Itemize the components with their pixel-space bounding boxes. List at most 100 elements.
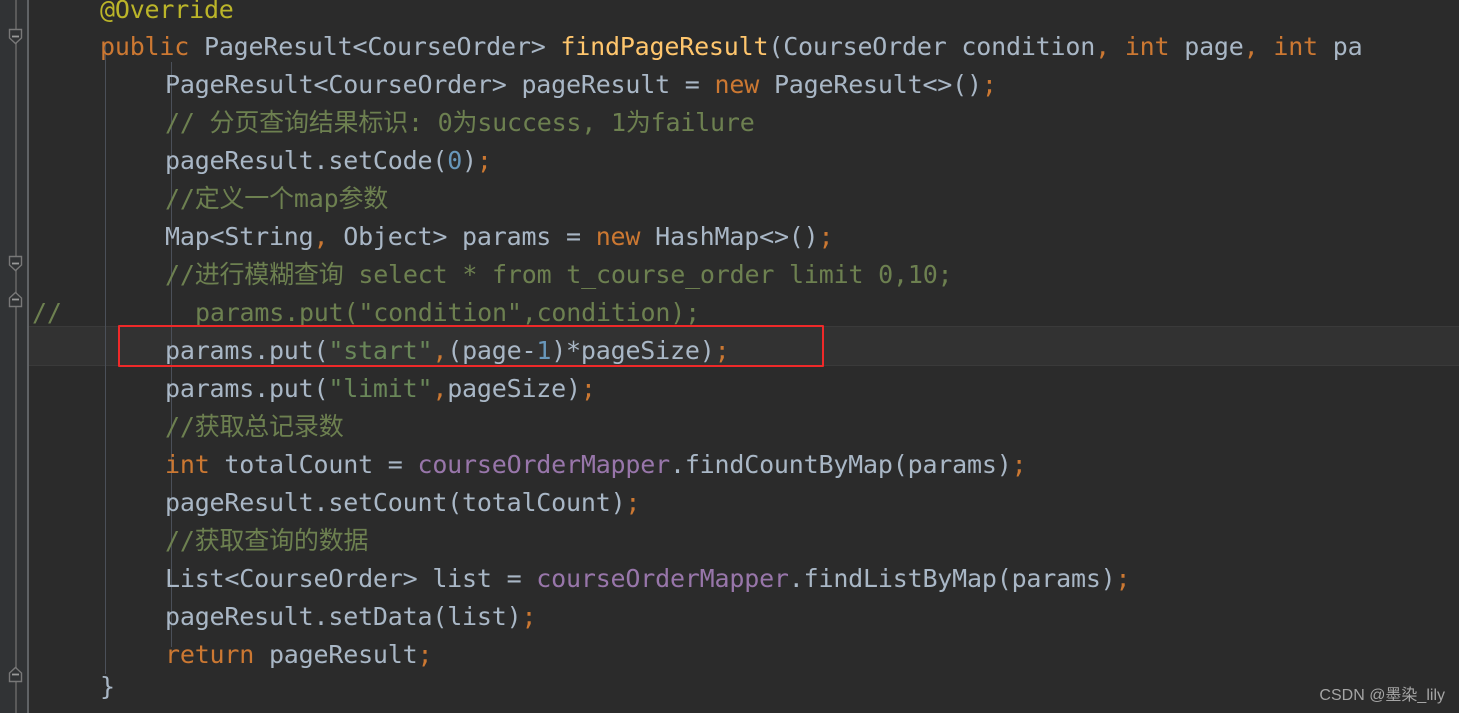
code-token: @Override [100, 0, 234, 24]
code-token: , [432, 374, 448, 403]
code-token: Object> [328, 222, 448, 251]
code-token: ; [1115, 564, 1131, 593]
code-token: //进行模糊查询 select * from t_course_order li… [165, 260, 953, 289]
code-token: ; [521, 602, 537, 631]
code-token: Map<String [165, 222, 314, 251]
code-line[interactable]: public PageResult<CourseOrder> findPageR… [100, 28, 1363, 66]
code-token: List<CourseOrder> [165, 564, 418, 593]
code-token: new [714, 70, 760, 99]
code-token: } [100, 672, 115, 701]
code-line[interactable]: PageResult<CourseOrder> pageResult = new… [165, 66, 997, 104]
code-token: "start" [328, 336, 433, 365]
code-line[interactable]: } [100, 668, 115, 706]
code-line[interactable]: //获取总记录数 [165, 408, 344, 446]
code-token: 1 [536, 336, 552, 365]
code-line[interactable]: List<CourseOrder> list = courseOrderMapp… [165, 560, 1131, 598]
code-line[interactable]: return pageResult; [165, 636, 433, 674]
code-token: params.put("condition",condition); [195, 298, 700, 327]
code-token: HashMap [655, 222, 760, 251]
code-token: .findCountByMap [669, 450, 893, 479]
code-token: params.put [165, 336, 314, 365]
fold-collapse-method-icon[interactable] [7, 28, 24, 45]
code-line[interactable]: //定义一个map参数 [165, 180, 388, 218]
code-token: , [432, 336, 448, 365]
code-token: ) [996, 450, 1012, 479]
code-line[interactable]: //进行模糊查询 select * from t_course_order li… [165, 256, 953, 294]
code-token: ( [313, 374, 329, 403]
code-line[interactable]: //获取查询的数据 [165, 522, 369, 560]
code-line[interactable]: // 分页查询结果标识: 0为success, 1为failure [165, 104, 755, 142]
code-token: ; [417, 640, 433, 669]
code-line[interactable]: pageResult.setData(list); [165, 598, 537, 636]
code-token: )* [551, 336, 581, 365]
code-token: , [313, 222, 329, 251]
code-token: condition [946, 32, 1096, 61]
code-token: page- [462, 336, 537, 365]
code-editor-window: @Override public PageResult<CourseOrder> … [0, 0, 1459, 713]
code-token: pa [1317, 32, 1363, 61]
code-token: ( [447, 336, 463, 365]
code-token: <>() [922, 70, 982, 99]
code-token: params [1011, 564, 1101, 593]
code-token: CourseOrder [783, 32, 947, 61]
code-token: page [1169, 32, 1244, 61]
code-line[interactable]: params.put("limit",pageSize); [165, 370, 596, 408]
code-token: ; [625, 488, 641, 517]
code-token: int [1273, 32, 1318, 61]
code-token: ; [1011, 450, 1027, 479]
code-token: list [447, 602, 507, 631]
code-token: ; [714, 336, 730, 365]
code-token: // 分页查询结果标识: 0为success, 1为failure [165, 108, 755, 137]
code-surface[interactable]: @Override public PageResult<CourseOrder> … [0, 0, 1459, 713]
code-token: ( [447, 488, 463, 517]
code-token: ( [432, 146, 448, 175]
code-token: , [1095, 32, 1110, 61]
code-token: pageResult [254, 640, 418, 669]
code-token: ) [566, 374, 581, 403]
fold-collapse-class-end-icon[interactable] [7, 666, 24, 683]
code-line[interactable]: pageResult.setCode(0); [165, 142, 492, 180]
code-line[interactable]: params.put("start",(page-1)*pageSize); [165, 332, 730, 370]
code-token: pageResult.setData [165, 602, 433, 631]
code-token: ; [981, 70, 997, 99]
code-token: ( [996, 564, 1012, 593]
code-token: PageResult<CourseOrder> [165, 70, 507, 99]
code-line[interactable]: int totalCount = courseOrderMapper.findC… [165, 446, 1027, 484]
fold-collapse-end-icon[interactable] [7, 291, 24, 308]
code-line[interactable]: params.put("condition",condition); [195, 294, 700, 332]
code-token: PageResult [773, 70, 923, 99]
code-token: ) [462, 146, 477, 175]
code-line[interactable]: @Override [100, 0, 234, 29]
code-token: //定义一个map参数 [165, 184, 389, 213]
code-token: //获取查询的数据 [165, 526, 369, 555]
fold-collapse-inner-icon[interactable] [7, 255, 24, 272]
commented-line-prefix: // [32, 298, 62, 327]
code-token: int [165, 450, 210, 479]
editor-gutter[interactable] [0, 0, 27, 713]
code-token: <>() [759, 222, 819, 251]
code-token: public [100, 32, 190, 61]
code-token: ( [892, 450, 908, 479]
code-token: list = [417, 564, 537, 593]
code-token: params.put [165, 374, 314, 403]
fold-rail-line [15, 0, 17, 713]
code-token: ; [580, 374, 596, 403]
code-token: //获取总记录数 [165, 412, 344, 441]
code-token: PageResult<CourseOrder> [203, 32, 546, 61]
code-token: totalCount = [209, 450, 418, 479]
code-line[interactable]: Map<String, Object> params = new HashMap… [165, 218, 834, 256]
code-token: courseOrderMapper [536, 564, 789, 593]
code-token: ; [818, 222, 834, 251]
code-token: ; [476, 146, 492, 175]
code-line[interactable]: pageResult.setCount(totalCount); [165, 484, 640, 522]
code-token: pageResult.setCount [165, 488, 448, 517]
code-token: ( [313, 336, 329, 365]
code-token: params = [447, 222, 596, 251]
code-token: ) [610, 488, 626, 517]
